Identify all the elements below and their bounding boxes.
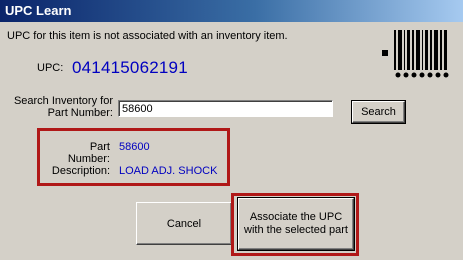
upc-value: 041415062191 bbox=[72, 58, 188, 77]
description-value: LOAD ADJ. SHOCK bbox=[119, 165, 218, 177]
associate-label-line1: Associate the UPC bbox=[249, 211, 343, 223]
window-title: UPC Learn bbox=[5, 3, 72, 18]
search-label: Search Inventory for Part Number: bbox=[5, 95, 113, 119]
search-label-line1: Search Inventory for bbox=[13, 95, 113, 107]
search-button[interactable]: Search bbox=[351, 100, 406, 124]
upc-label: UPC: bbox=[37, 62, 64, 74]
upc-learn-window: UPC Learn UPC for this item is not assoc… bbox=[0, 0, 463, 260]
associate-label-line2: with the selected part bbox=[244, 224, 348, 236]
description-label: Description: bbox=[51, 165, 110, 177]
title-bar: UPC Learn bbox=[0, 0, 463, 22]
search-button-label: Search bbox=[361, 106, 396, 118]
part-number-label: Part Number: bbox=[67, 141, 110, 165]
search-label-line2: Part Number: bbox=[47, 107, 113, 119]
associate-button-label: Associate the UPC with the selected part bbox=[244, 211, 348, 237]
barcode-icon bbox=[382, 30, 449, 78]
part-number-search-input[interactable] bbox=[118, 100, 333, 117]
cancel-button[interactable]: Cancel bbox=[136, 202, 232, 245]
info-message: UPC for this item is not associated with… bbox=[7, 30, 288, 42]
part-number-value: 58600 bbox=[119, 141, 150, 153]
associate-upc-button[interactable]: Associate the UPC with the selected part bbox=[237, 197, 355, 251]
cancel-button-label: Cancel bbox=[166, 217, 202, 230]
